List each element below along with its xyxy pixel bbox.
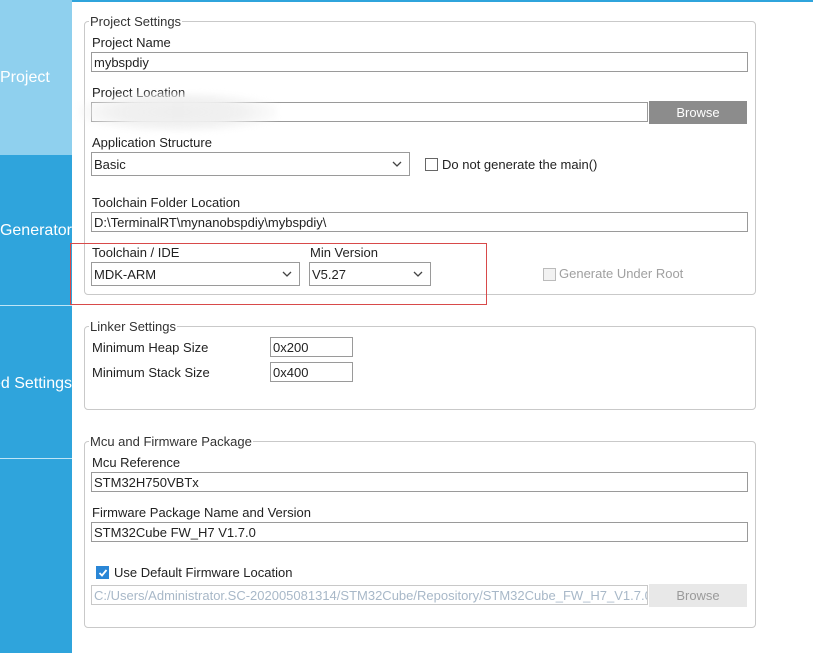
application-structure-select[interactable]: Basic bbox=[91, 152, 410, 176]
min-stack-size-label: Minimum Stack Size bbox=[92, 365, 210, 380]
project-location-browse-button[interactable]: Browse bbox=[649, 101, 747, 124]
firmware-location-browse-button[interactable]: Browse bbox=[649, 584, 747, 607]
firmware-package-input[interactable]: STM32Cube FW_H7 V1.7.0 bbox=[91, 522, 748, 542]
project-name-input[interactable]: mybspdiy bbox=[91, 52, 748, 72]
generate-under-root-checkbox[interactable] bbox=[543, 268, 556, 281]
min-heap-size-input[interactable]: 0x200 bbox=[270, 337, 353, 357]
redaction-blur bbox=[78, 92, 278, 132]
use-default-firmware-location-label: Use Default Firmware Location bbox=[114, 565, 293, 580]
toolchain-folder-input[interactable]: D:\TerminalRT\mynanobspdiy\mybspdiy\ bbox=[91, 212, 748, 232]
mcu-firmware-legend: Mcu and Firmware Package bbox=[89, 434, 253, 449]
toolchain-highlight-box bbox=[70, 243, 487, 305]
min-stack-size-input[interactable]: 0x400 bbox=[270, 362, 353, 382]
chevron-down-icon bbox=[392, 161, 402, 167]
application-structure-value: Basic bbox=[94, 157, 126, 172]
linker-settings-legend: Linker Settings bbox=[89, 319, 177, 334]
check-icon bbox=[98, 569, 108, 577]
sidebar-item-advanced-settings[interactable]: Advanced Settings bbox=[0, 306, 72, 458]
sidebar-separator bbox=[0, 458, 72, 459]
sidebar-item-code-generator[interactable]: Code Generator bbox=[0, 156, 72, 305]
generate-under-root-label: Generate Under Root bbox=[559, 266, 684, 281]
do-not-generate-main-label: Do not generate the main() bbox=[442, 157, 598, 172]
sidebar: Project Code Generator Advanced Settings bbox=[0, 0, 72, 653]
mcu-reference-label: Mcu Reference bbox=[92, 455, 181, 470]
firmware-location-input[interactable]: C:/Users/Administrator.SC-202005081314/S… bbox=[91, 585, 648, 605]
top-accent-line bbox=[72, 0, 813, 2]
firmware-package-label: Firmware Package Name and Version bbox=[92, 505, 311, 520]
min-heap-size-label: Minimum Heap Size bbox=[92, 340, 209, 355]
toolchain-folder-label: Toolchain Folder Location bbox=[92, 195, 241, 210]
mcu-reference-input[interactable]: STM32H750VBTx bbox=[91, 472, 748, 492]
application-structure-label: Application Structure bbox=[92, 135, 212, 150]
use-default-firmware-location-checkbox[interactable] bbox=[96, 566, 109, 579]
sidebar-item-project[interactable]: Project bbox=[0, 0, 72, 155]
project-name-label: Project Name bbox=[92, 35, 171, 50]
do-not-generate-main-checkbox[interactable] bbox=[425, 158, 438, 171]
project-settings-legend: Project Settings bbox=[89, 14, 183, 29]
